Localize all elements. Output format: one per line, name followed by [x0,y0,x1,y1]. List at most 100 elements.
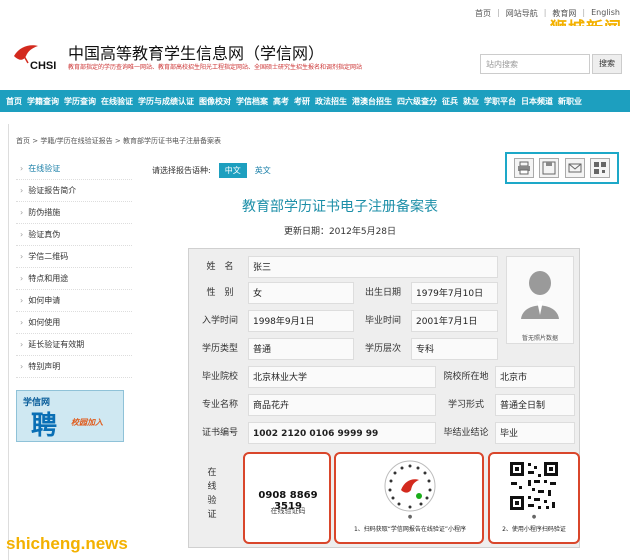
sidebar-item-label: 特别声明 [28,362,61,371]
sidebar-item-label: 验证真伪 [28,230,61,239]
value-major: 商品花卉 [248,394,436,416]
sidebar-item-label: 验证报告简介 [28,186,77,195]
top-link-home[interactable]: 首页 [475,8,491,19]
save-icon[interactable] [539,158,560,178]
nav-item-cet[interactable]: 四六级查分 [397,96,437,107]
value-conclusion: 毕业 [495,422,575,444]
nav-item-army[interactable]: 征兵 [442,96,458,107]
value-enroll: 1998年9月1日 [248,310,354,332]
value-birth: 1979年7月10日 [411,282,498,304]
value-location: 北京市 [495,366,575,388]
nav-item-hmt[interactable]: 港澳台招生 [352,96,392,107]
label-gender: 性 别 [206,288,234,298]
qr-icon[interactable] [590,158,611,178]
sidebar-item-authenticity[interactable]: › 验证真伪 [16,224,132,246]
sidebar-item-label: 学信二维码 [28,252,69,261]
miniprogram-qr-tag: ● [407,514,413,520]
value-cert-no: 1002 2120 0106 9999 99 [248,422,436,444]
report-toolbar [505,152,619,184]
sidebar-item-features[interactable]: › 特点和用途 [16,268,132,290]
verify-qr-caption: 2、使用小程序扫码验证 [502,526,566,533]
main-nav: 首页 学籍查询 学历查询 在线验证 学历与成绩认证 图像校对 学信档案 高考 考… [0,90,630,112]
chevron-right-icon: › [20,296,24,305]
label-name: 姓 名 [206,262,234,272]
chevron-right-icon: › [20,230,24,239]
top-bar: 首页 | 网站导航 | 教育网 | English 狮城新闻 [0,0,630,39]
sidebar-item-verify[interactable]: › 在线验证 [16,158,132,180]
avatar-icon [521,271,559,319]
chevron-right-icon: › [20,252,24,261]
sidebar-item-qrcode[interactable]: › 学信二维码 [16,246,132,268]
document-title: 教育部学历证书电子注册备案表 [242,199,438,215]
separator: | [497,8,500,17]
value-study-form: 普通全日制 [495,394,575,416]
label-conclusion: 毕结业结论 [443,428,489,438]
photo-caption: 暂无照片数据 [521,335,558,342]
photo-placeholder [506,256,574,344]
print-icon[interactable] [513,158,534,178]
sidebar-item-anticounterfeit[interactable]: › 防伪措施 [16,202,132,224]
sidebar: › 在线验证 › 验证报告简介 › 防伪措施 › 验证真伪 › 学信二维码 › 特点和用途 … [16,158,132,378]
label-location: 院校所在地 [443,372,489,382]
search-button[interactable]: 搜索 [592,54,622,74]
language-prompt: 请选择报告语种: [152,166,211,175]
sidebar-item-extend[interactable]: › 延长验证有效期 [16,334,132,356]
nav-item-archive[interactable]: 学信档案 [236,96,268,107]
label-cert-no: 证书编号 [201,428,238,438]
value-gender: 女 [248,282,354,304]
nav-item-japan[interactable]: 日本频道 [521,96,553,107]
label-birth: 出生日期 [364,288,401,298]
nav-item-home[interactable]: 首页 [6,96,22,107]
label-graduate: 毕业时间 [364,316,401,326]
nav-item-career[interactable]: 学职平台 [484,96,516,107]
verify-code-caption: 在线验证码 [270,507,306,515]
nav-item-verify[interactable]: 在线验证 [101,96,133,107]
nav-item-xueli[interactable]: 学历查询 [64,96,96,107]
miniprogram-qr-caption: 1、扫码获取“学信网报告在线验证”小程序 [353,526,467,533]
sidebar-item-label: 延长验证有效期 [28,340,85,349]
recruit-banner[interactable]: 学信网 聘 校园加入 [16,390,124,442]
breadcrumb: 首页 > 学籍/学历在线验证报告 > 教育部学历证书电子注册备案表 [16,137,221,145]
site-title: 中国高等教育学生信息网（学信网） [68,44,325,63]
nav-item-job[interactable]: 就业 [463,96,479,107]
language-chinese-button[interactable]: 中文 [218,163,247,178]
value-level: 专科 [411,338,498,360]
chevron-right-icon: › [20,274,24,283]
mail-icon[interactable] [564,158,585,178]
chevron-right-icon: › [20,318,24,327]
nav-item-kaoyan[interactable]: 考研 [294,96,310,107]
sidebar-item-label: 如何使用 [28,318,61,327]
verify-qr-icon[interactable] [508,460,560,512]
label-study-form: 学习形式 [447,400,484,410]
nav-item-xueji[interactable]: 学籍查询 [27,96,59,107]
sidebar-item-label: 防伪措施 [28,208,61,217]
nav-item-newjob[interactable]: 新职业 [558,96,582,107]
search-input[interactable]: 站内搜索 [480,54,590,74]
top-link-sitemap[interactable]: 网站导航 [506,8,538,19]
watermark-bottom: shicheng.news [6,534,128,553]
sidebar-item-intro[interactable]: › 验证报告简介 [16,180,132,202]
miniprogram-qr-icon[interactable] [384,460,436,512]
sidebar-item-label: 特点和用途 [28,274,69,283]
banner-headline: 聘 [31,411,58,441]
chsi-logo[interactable]: CHSI [10,42,62,78]
chevron-right-icon: › [20,362,24,371]
nav-item-cert[interactable]: 学历与成绩认证 [138,96,194,107]
banner-tagline: 校园加入 [71,418,103,427]
label-major: 专业名称 [201,400,238,410]
language-selector: 请选择报告语种: 中文 英文 [152,163,271,178]
nav-item-gaokao[interactable]: 高考 [273,96,289,107]
site-header: CHSI 中国高等教育学生信息网（学信网） 教育部指定的学历查询唯一网站、教育部… [0,26,630,88]
sidebar-item-apply[interactable]: › 如何申请 [16,290,132,312]
sidebar-item-label: 如何申请 [28,296,61,305]
nav-item-image[interactable]: 图像校对 [199,96,231,107]
sidebar-item-statement[interactable]: › 特别声明 [16,356,132,378]
separator: | [543,8,547,17]
label-edu-type: 学历类型 [201,344,238,354]
sidebar-item-usage[interactable]: › 如何使用 [16,312,132,334]
document-date: 更新日期：2012年5月28日 [283,227,397,237]
verify-qr-tag: ● [531,514,537,520]
logo-text: CHSI [30,60,57,72]
nav-item-law[interactable]: 政法招生 [315,96,347,107]
language-english-link[interactable]: 英文 [255,165,271,176]
